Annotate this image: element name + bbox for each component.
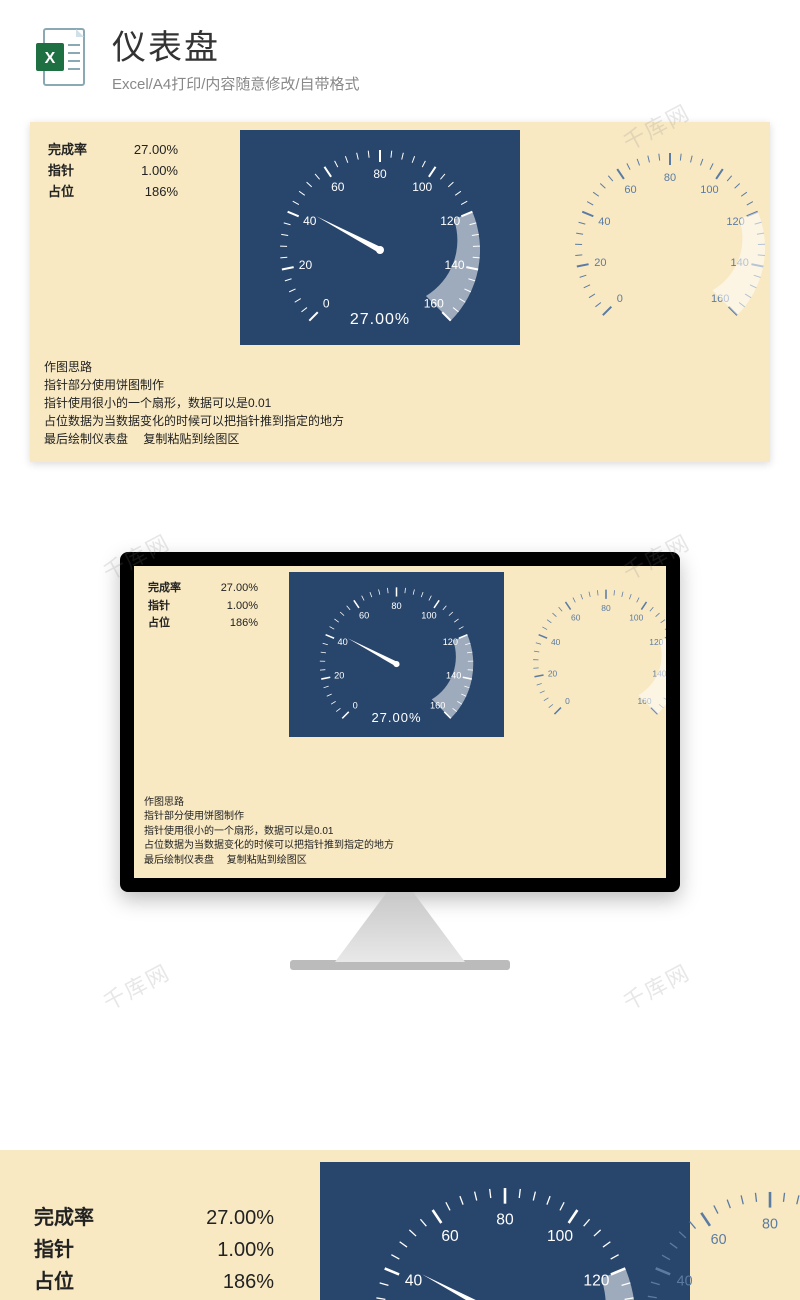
svg-text:80: 80 (601, 603, 611, 613)
svg-text:80: 80 (762, 1216, 778, 1232)
notes-line: 最后绘制仪表盘 复制粘贴到绘图区 (44, 430, 344, 448)
gauge-chart-secondary: 020406080100120140160 (506, 572, 666, 737)
notes-line: 指针部分使用饼图制作 (144, 810, 394, 825)
notes-line: 占位数据为当数据变化的时候可以把指针推到指定的地方 (44, 412, 344, 430)
svg-text:100: 100 (412, 180, 432, 194)
monitor-mockup: 完成率27.00% 指针1.00% 占位186% 020406080100120… (0, 552, 800, 970)
svg-text:40: 40 (551, 637, 561, 647)
chart-notes: 作图思路 指针部分使用饼图制作 指针使用很小的一个扇形，数据可以是0.01 占位… (144, 796, 394, 869)
notes-line: 指针部分使用饼图制作 (44, 376, 344, 394)
preview-card-cropped: 完成率27.00% 指针1.00% 占位186% 020406080100120… (0, 1150, 800, 1300)
svg-text:0: 0 (565, 696, 570, 706)
notes-line: 指针使用很小的一个扇形，数据可以是0.01 (44, 394, 344, 412)
svg-text:80: 80 (391, 601, 401, 611)
svg-text:80: 80 (373, 167, 387, 181)
page-subtitle: Excel/A4打印/内容随意修改/自带格式 (112, 73, 360, 94)
svg-text:60: 60 (571, 612, 581, 622)
svg-text:60: 60 (359, 611, 369, 621)
svg-text:60: 60 (441, 1228, 459, 1245)
svg-text:40: 40 (598, 216, 610, 228)
gauge-chart-primary: 020406080100120140160 27.00% (289, 572, 504, 737)
svg-text:60: 60 (711, 1232, 727, 1248)
data-table: 完成率27.00% 指针1.00% 占位186% (48, 140, 178, 202)
table-row: 完成率27.00% (34, 1202, 274, 1234)
svg-text:40: 40 (337, 637, 347, 647)
notes-heading: 作图思路 (44, 358, 344, 376)
svg-text:100: 100 (421, 611, 436, 621)
svg-text:0: 0 (323, 297, 330, 311)
table-row: 指针1.00% (34, 1234, 274, 1266)
svg-text:0: 0 (353, 700, 358, 710)
svg-text:0: 0 (617, 293, 623, 305)
svg-text:60: 60 (331, 180, 345, 194)
svg-text:20: 20 (594, 257, 606, 269)
notes-line: 占位数据为当数据变化的时候可以把指针推到指定的地方 (144, 839, 394, 854)
gauge-chart-secondary: 020406080100120140160 (600, 1162, 800, 1300)
svg-text:20: 20 (334, 671, 344, 681)
gauge-chart-secondary: 020406080100120140160 (540, 130, 770, 345)
table-row: 完成率27.00% (48, 140, 178, 161)
table-row: 占位186% (34, 1266, 274, 1298)
template-header: X 仪表盘 Excel/A4打印/内容随意修改/自带格式 (0, 0, 800, 104)
monitor-stand (335, 892, 465, 962)
svg-text:60: 60 (624, 184, 636, 196)
notes-heading: 作图思路 (144, 796, 394, 811)
table-row: 完成率27.00% (148, 580, 258, 598)
data-table: 完成率27.00% 指针1.00% 占位186% (148, 580, 258, 633)
preview-card-large: 完成率27.00% 指针1.00% 占位186% 020406080100120… (30, 122, 770, 462)
svg-text:20: 20 (548, 668, 558, 678)
excel-file-icon: X (30, 25, 94, 89)
notes-line: 最后绘制仪表盘 复制粘贴到绘图区 (144, 854, 394, 869)
svg-text:80: 80 (496, 1212, 514, 1229)
table-row: 占位186% (48, 182, 178, 203)
gauge-value-label: 27.00% (289, 710, 504, 725)
page-title: 仪表盘 (112, 20, 360, 69)
svg-text:40: 40 (303, 214, 317, 228)
svg-text:40: 40 (405, 1273, 423, 1290)
gauge-value-label: 27.00% (240, 311, 520, 329)
monitor-screen: 完成率27.00% 指针1.00% 占位186% 020406080100120… (120, 552, 680, 892)
svg-text:80: 80 (664, 172, 676, 184)
svg-text:100: 100 (629, 612, 643, 622)
gauge-chart-primary: 020406080100120140160 27.00% (240, 130, 520, 345)
svg-text:20: 20 (299, 258, 313, 272)
svg-text:100: 100 (547, 1228, 573, 1245)
chart-notes: 作图思路 指针部分使用饼图制作 指针使用很小的一个扇形，数据可以是0.01 占位… (44, 358, 344, 448)
svg-text:100: 100 (700, 184, 718, 196)
table-row: 占位186% (148, 615, 258, 633)
data-table: 完成率27.00% 指针1.00% 占位186% (34, 1202, 274, 1298)
table-row: 指针1.00% (48, 161, 178, 182)
svg-text:X: X (45, 50, 56, 67)
svg-text:40: 40 (677, 1273, 693, 1289)
table-row: 指针1.00% (148, 598, 258, 616)
notes-line: 指针使用很小的一个扇形，数据可以是0.01 (144, 825, 394, 840)
preview-card-small: 完成率27.00% 指针1.00% 占位186% 020406080100120… (134, 566, 666, 878)
